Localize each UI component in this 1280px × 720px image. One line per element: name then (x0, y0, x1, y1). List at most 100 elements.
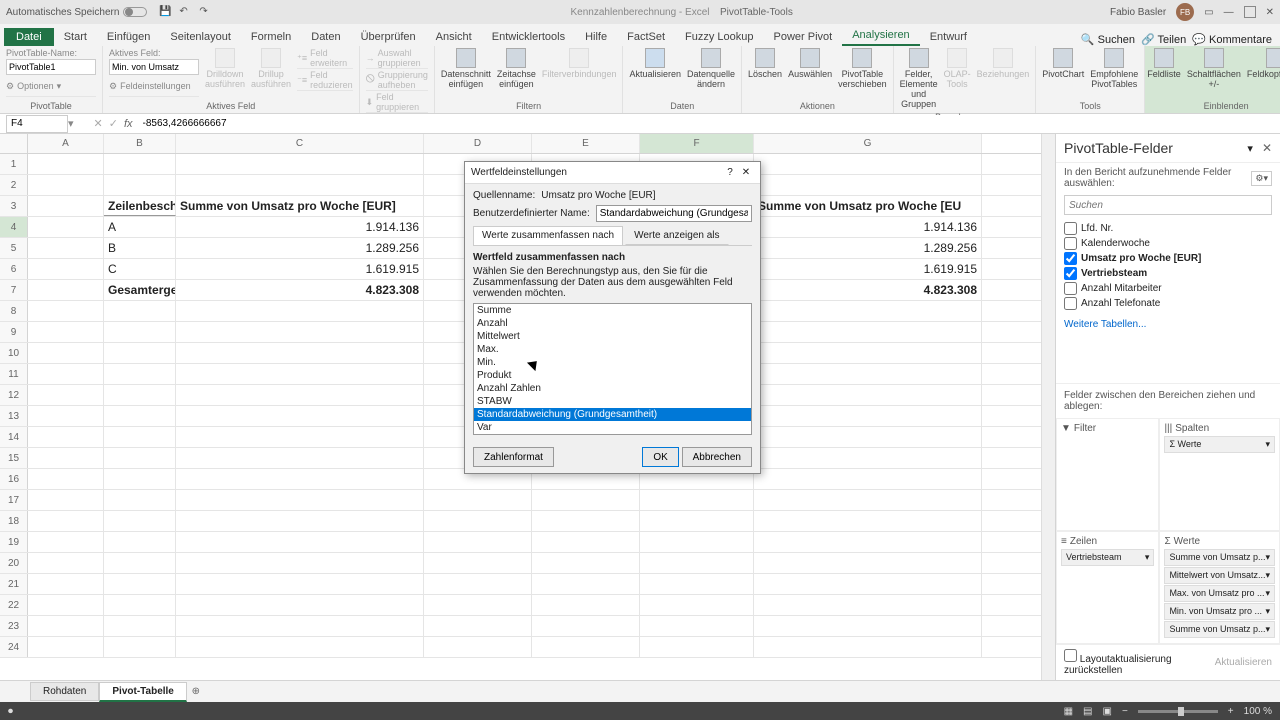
col-G[interactable]: G (754, 134, 982, 153)
save-icon[interactable]: 💾 (159, 6, 171, 18)
cancel-button[interactable]: Abbrechen (682, 447, 752, 467)
comments-button[interactable]: 💬 Kommentare (1192, 33, 1272, 46)
timeline-button[interactable]: Zeitachse einfügen (497, 48, 536, 90)
area-values[interactable]: ΣWerte Summe von Umsatz p...▾Mittelwert … (1159, 531, 1280, 644)
pivotchart-button[interactable]: PivotChart (1042, 48, 1084, 80)
tab-developer[interactable]: Entwicklertools (482, 28, 575, 46)
select-button[interactable]: Auswählen (788, 48, 832, 80)
formula-input[interactable] (139, 115, 1280, 133)
tab-help[interactable]: Hilfe (575, 28, 617, 46)
calc-type-item[interactable]: Var (474, 421, 751, 434)
calc-type-item[interactable]: Produkt (474, 369, 751, 382)
defer-checkbox[interactable]: Layoutaktualisierung zurückstellen (1064, 649, 1215, 676)
field-settings-button[interactable]: Feldeinstellungen (120, 81, 191, 91)
buttons-button[interactable]: Schaltflächen +/- (1187, 48, 1241, 90)
calc-type-item[interactable]: Max. (474, 343, 751, 356)
dialog-tab-summarize[interactable]: Werte zusammenfassen nach (473, 226, 623, 245)
sheet-tab-pivot[interactable]: Pivot-Tabelle (99, 682, 187, 702)
area-item[interactable]: Min. von Umsatz pro ...▾ (1164, 603, 1275, 620)
move-button[interactable]: PivotTable verschieben (838, 48, 887, 90)
dialog-help-icon[interactable]: ? (722, 167, 738, 178)
fieldpane-search-input[interactable] (1064, 195, 1272, 215)
fieldlist-button[interactable]: Feldliste (1147, 48, 1181, 80)
calc-type-item[interactable]: Varianz (Grundgesamtheit) (474, 434, 751, 435)
namebox-dropdown-icon[interactable]: ▾ (68, 117, 74, 130)
field-checkbox[interactable]: Lfd. Nr. (1064, 221, 1272, 236)
area-item[interactable]: Σ Werte▾ (1164, 436, 1275, 453)
normal-view-icon[interactable]: ▦ (1064, 706, 1073, 717)
field-checkbox[interactable]: Anzahl Telefonate (1064, 296, 1272, 311)
minimize-icon[interactable]: — (1224, 7, 1234, 18)
zoom-out-icon[interactable]: − (1122, 706, 1128, 717)
area-item[interactable]: Max. von Umsatz pro ...▾ (1164, 585, 1275, 602)
area-item[interactable]: Mittelwert von Umsatz...▾ (1164, 567, 1275, 584)
user-avatar[interactable]: FB (1176, 3, 1194, 21)
headers-button[interactable]: Feldkopfzeilen (1247, 48, 1280, 80)
sheet-tab-rohdaten[interactable]: Rohdaten (30, 682, 99, 701)
autosave-toggle[interactable] (123, 7, 147, 17)
tab-data[interactable]: Daten (301, 28, 350, 46)
tab-factset[interactable]: FactSet (617, 28, 675, 46)
area-columns[interactable]: |||Spalten Σ Werte▾ (1159, 418, 1280, 531)
pt-name-input[interactable] (6, 59, 96, 75)
field-checkbox[interactable]: Vertriebsteam (1064, 266, 1272, 281)
tab-pagelayout[interactable]: Seitenlayout (160, 28, 241, 46)
zoom-slider[interactable] (1138, 710, 1218, 713)
fx-icon[interactable]: fx (124, 118, 133, 130)
field-checkbox[interactable]: Umsatz pro Woche [EUR] (1064, 251, 1272, 266)
dialog-tab-showas[interactable]: Werte anzeigen als (625, 226, 728, 245)
options-button[interactable]: Optionen (17, 81, 54, 91)
tab-powerpivot[interactable]: Power Pivot (764, 28, 843, 46)
redo-icon[interactable]: ↷ (199, 6, 211, 18)
tab-start[interactable]: Start (54, 28, 97, 46)
vertical-scrollbar[interactable] (1041, 134, 1055, 680)
close-icon[interactable]: ✕ (1266, 7, 1274, 18)
record-macro-icon[interactable]: ⏺ (8, 706, 13, 717)
area-filter[interactable]: ▼Filter (1056, 418, 1159, 531)
calc-type-item[interactable]: Standardabweichung (Grundgesamtheit) (474, 408, 751, 421)
refresh-button[interactable]: Aktualisieren (629, 48, 681, 80)
fieldpane-close-icon[interactable]: ✕ (1262, 141, 1272, 155)
maximize-icon[interactable] (1244, 6, 1256, 18)
enter-formula-icon[interactable]: ✓ (109, 117, 118, 130)
tab-design[interactable]: Entwurf (920, 28, 977, 46)
tab-formulas[interactable]: Formeln (241, 28, 301, 46)
ribbon-display-icon[interactable]: ▭ (1204, 7, 1213, 18)
area-item[interactable]: Summe von Umsatz p...▾ (1164, 549, 1275, 566)
field-checkbox[interactable]: Anzahl Mitarbeiter (1064, 281, 1272, 296)
search-label[interactable]: 🔍 Suchen (1081, 33, 1135, 46)
custom-name-input[interactable] (596, 205, 752, 222)
field-checkbox[interactable]: Kalenderwoche (1064, 236, 1272, 251)
col-C[interactable]: C (176, 134, 424, 153)
undo-icon[interactable]: ↶ (179, 6, 191, 18)
fieldpane-gear-icon[interactable]: ⚙▾ (1251, 171, 1272, 186)
fieldpane-dropdown-icon[interactable]: ▾ (1247, 143, 1253, 155)
tab-insert[interactable]: Einfügen (97, 28, 160, 46)
col-A[interactable]: A (28, 134, 104, 153)
add-sheet-icon[interactable]: ⊕ (187, 686, 205, 697)
ok-button[interactable]: OK (642, 447, 678, 467)
tab-view[interactable]: Ansicht (426, 28, 482, 46)
calc-type-item[interactable]: Mittelwert (474, 330, 751, 343)
area-item[interactable]: Summe von Umsatz p...▾ (1164, 621, 1275, 638)
calculation-type-list[interactable]: SummeAnzahlMittelwertMax.Min.ProduktAnza… (473, 303, 752, 435)
update-button[interactable]: Aktualisieren (1215, 657, 1272, 668)
more-tables-link[interactable]: Weitere Tabellen... (1056, 315, 1280, 334)
col-F[interactable]: F (640, 134, 754, 153)
file-tab[interactable]: Datei (4, 28, 54, 46)
cancel-formula-icon[interactable]: ✕ (94, 117, 103, 130)
zoom-in-icon[interactable]: + (1228, 706, 1234, 717)
col-E[interactable]: E (532, 134, 640, 153)
calc-type-item[interactable]: Min. (474, 356, 751, 369)
active-field-input[interactable] (109, 59, 199, 75)
calc-type-item[interactable]: STABW (474, 395, 751, 408)
clear-button[interactable]: Löschen (748, 48, 782, 80)
col-D[interactable]: D (424, 134, 532, 153)
tab-review[interactable]: Überprüfen (351, 28, 426, 46)
recommended-button[interactable]: Empfohlene PivotTables (1090, 48, 1138, 90)
slicer-button[interactable]: Datenschnitt einfügen (441, 48, 491, 90)
page-layout-icon[interactable]: ▤ (1083, 706, 1092, 717)
calc-type-item[interactable]: Summe (474, 304, 751, 317)
tab-fuzzy[interactable]: Fuzzy Lookup (675, 28, 763, 46)
area-rows[interactable]: ≡Zeilen Vertriebsteam▾ (1056, 531, 1159, 644)
